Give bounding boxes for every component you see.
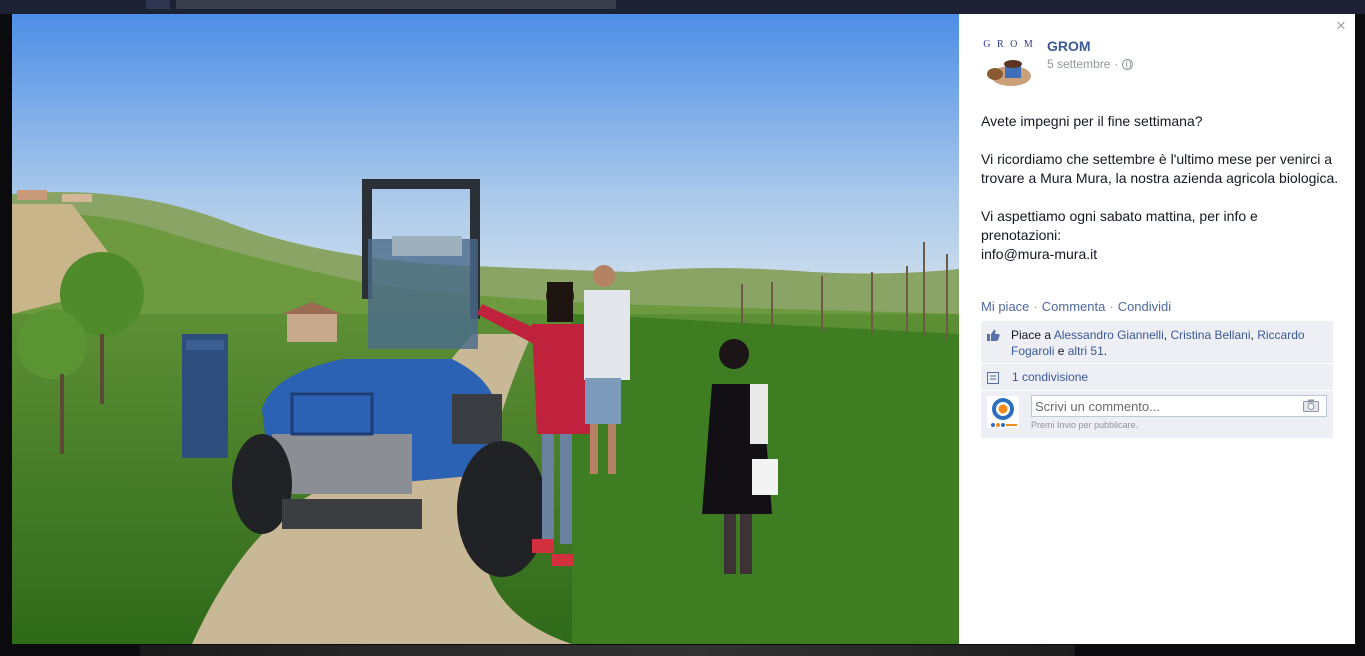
thumbs-up-icon bbox=[987, 329, 1000, 341]
likes-conjunction: e bbox=[1057, 344, 1065, 358]
background-search-bar bbox=[176, 0, 616, 9]
post-actions: Mi piace · Commenta · Condividi bbox=[981, 299, 1171, 314]
shares-count-link[interactable]: 1 condivisione bbox=[1012, 370, 1088, 384]
share-icon bbox=[987, 372, 999, 384]
post-detail-panel: × G R O M GROM 5 settembre · Avete impeg… bbox=[959, 14, 1355, 644]
press-enter-hint: Premi Invio per pubblicare. bbox=[1031, 420, 1139, 430]
post-paragraph: Avete impegni per il fine settimana? bbox=[981, 113, 1203, 129]
post-paragraph: Vi aspettiamo ogni sabato mattina, per i… bbox=[981, 208, 1258, 262]
post-photo bbox=[12, 14, 959, 644]
comment-input[interactable] bbox=[1031, 395, 1327, 417]
close-icon[interactable]: × bbox=[1331, 16, 1351, 36]
action-separator: · bbox=[1109, 299, 1114, 314]
comment-composer: Premi Invio per pubblicare. bbox=[981, 391, 1333, 438]
page-avatar[interactable]: G R O M bbox=[981, 36, 1037, 92]
post-message: Avete impegni per il fine settimana? Vi … bbox=[981, 112, 1341, 264]
svg-text:G R O M: G R O M bbox=[983, 39, 1035, 50]
likes-suffix: . bbox=[1103, 344, 1108, 358]
globe-icon[interactable] bbox=[1122, 58, 1134, 70]
camera-icon[interactable] bbox=[1303, 399, 1319, 412]
background-topbar bbox=[0, 0, 1365, 14]
likes-comma: , bbox=[1163, 328, 1168, 342]
likes-comma: , bbox=[1250, 328, 1254, 342]
like-button[interactable]: Mi piace bbox=[981, 299, 1029, 314]
meta-separator: · bbox=[1114, 57, 1119, 71]
likes-text: Piace a Alessandro Giannelli, Cristina B… bbox=[1011, 327, 1321, 359]
action-separator: · bbox=[1033, 299, 1038, 314]
comment-button[interactable]: Commenta bbox=[1042, 299, 1106, 314]
feedback-section: Piace a Alessandro Giannelli, Cristina B… bbox=[981, 321, 1333, 439]
photo-viewer[interactable] bbox=[12, 14, 959, 644]
post-date[interactable]: 5 settembre bbox=[1047, 57, 1110, 71]
post-paragraph: Vi ricordiamo che settembre è l'ultimo m… bbox=[981, 151, 1339, 186]
liker-link[interactable]: Alessandro Giannelli bbox=[1054, 328, 1164, 342]
liker-link[interactable]: Cristina Bellani bbox=[1170, 328, 1250, 342]
likes-summary: Piace a Alessandro Giannelli, Cristina B… bbox=[981, 321, 1333, 363]
background-logo bbox=[146, 0, 170, 9]
share-button[interactable]: Condividi bbox=[1118, 299, 1171, 314]
post-meta: 5 settembre · bbox=[1047, 57, 1134, 71]
grom-logo: G R O M bbox=[981, 36, 1037, 92]
user-avatar bbox=[987, 396, 1019, 428]
background-page-strip bbox=[140, 645, 1075, 656]
page-name[interactable]: GROM bbox=[1047, 38, 1091, 54]
shares-summary: 1 condivisione bbox=[981, 364, 1333, 390]
likes-prefix: Piace a bbox=[1011, 328, 1052, 342]
other-likers-link[interactable]: altri 51 bbox=[1068, 344, 1104, 358]
